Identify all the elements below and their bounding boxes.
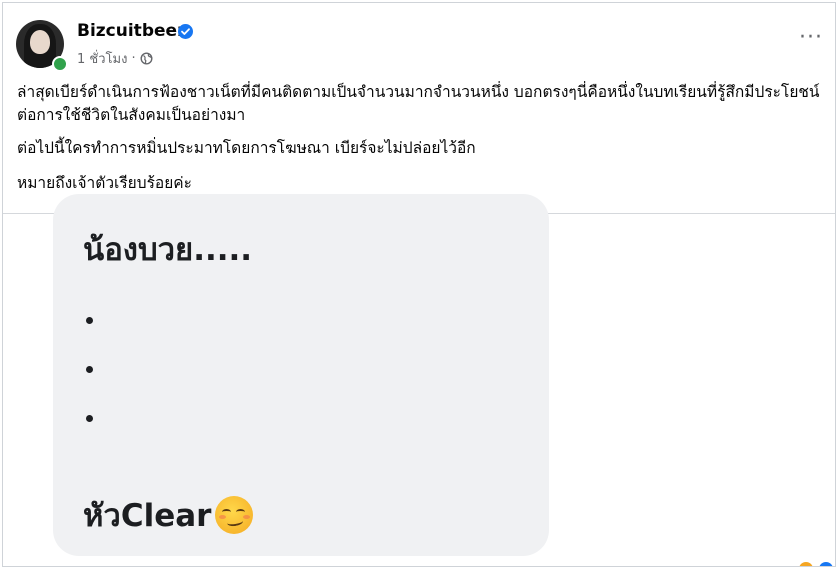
caption-line-2: ต่อไปนี้ใครทำการหมิ่นประมาทโดยการโฆษณา เ… bbox=[17, 139, 476, 157]
author-name[interactable]: Bizcuitbeer bbox=[77, 21, 185, 41]
reaction-icon[interactable] bbox=[819, 562, 833, 566]
emoji-eye bbox=[236, 509, 246, 515]
bullet-dot bbox=[86, 415, 93, 422]
emoji-eye bbox=[222, 509, 232, 515]
bubble-heading: น้องบวย..... bbox=[83, 232, 253, 268]
avatar-face bbox=[30, 30, 50, 54]
online-status-indicator bbox=[52, 56, 68, 72]
facebook-post: Bizcuitbeer 1 ชั่วโมง · ··· ล่าสุดเบียร์… bbox=[2, 2, 836, 567]
post-meta: 1 ชั่วโมง · bbox=[77, 48, 153, 69]
post-timestamp[interactable]: 1 ชั่วโมง bbox=[77, 48, 127, 69]
more-options-icon[interactable]: ··· bbox=[799, 27, 823, 49]
emoji-blush bbox=[243, 515, 251, 519]
bubble-footer: หัวClear bbox=[83, 490, 254, 540]
post-header: Bizcuitbeer 1 ชั่วโมง · ··· bbox=[3, 3, 835, 73]
smirking-face-emoji-icon bbox=[215, 496, 254, 534]
caption-line-3: หมายถึงเจ้าตัวเรียบร้อยค่ะ bbox=[17, 174, 192, 192]
bubble-footer-text: หัวClear bbox=[83, 498, 212, 534]
emoji-blush bbox=[219, 515, 227, 519]
caption-line-1: ล่าสุดเบียร์ดำเนินการฟ้องชาวเน็ตที่มีคนต… bbox=[17, 83, 820, 124]
post-caption: ล่าสุดเบียร์ดำเนินการฟ้องชาวเน็ตที่มีคนต… bbox=[17, 81, 827, 207]
reaction-icon[interactable] bbox=[799, 562, 813, 566]
post-image[interactable]: น้องบวย..... หัวClear bbox=[3, 194, 835, 566]
message-bubble-image: น้องบวย..... หัวClear bbox=[53, 194, 549, 556]
bullet-dot bbox=[86, 366, 93, 373]
bullet-dot bbox=[86, 317, 93, 324]
globe-icon[interactable] bbox=[140, 52, 153, 65]
meta-separator: · bbox=[131, 51, 136, 66]
emoji-mouth bbox=[226, 516, 244, 528]
verified-badge-icon bbox=[178, 24, 193, 39]
